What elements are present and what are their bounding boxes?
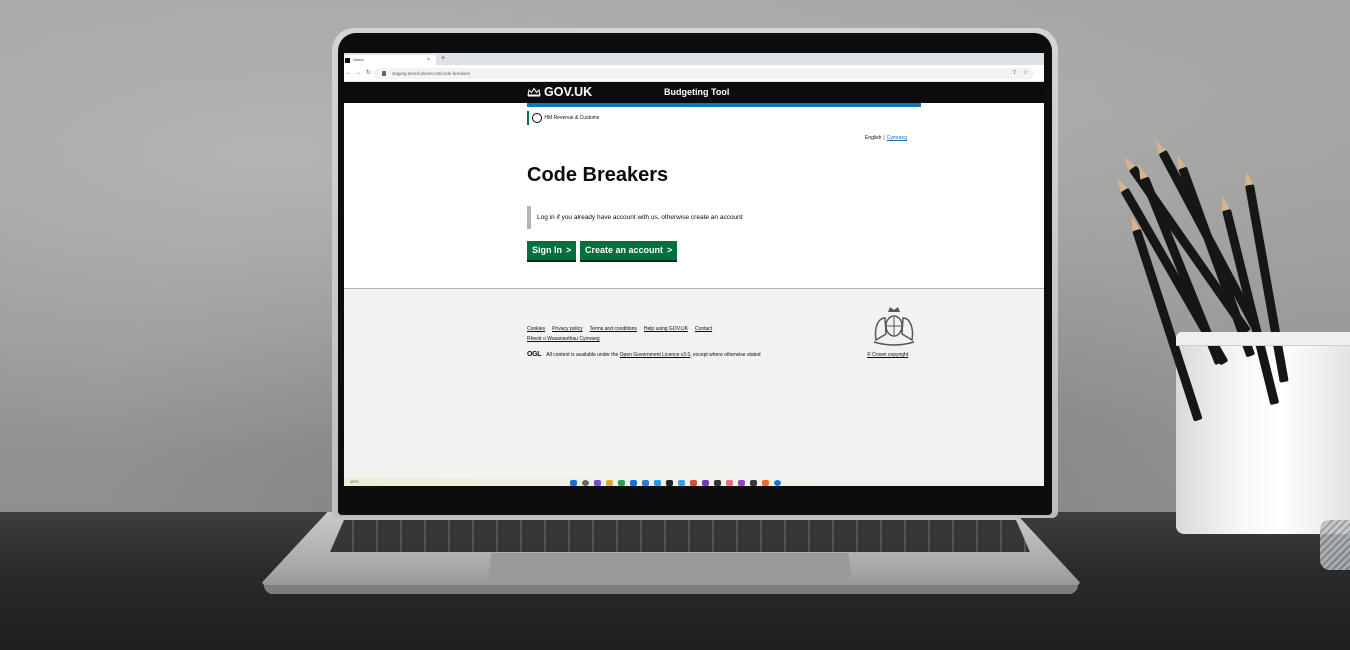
crown-icon: [527, 87, 541, 97]
app-icon[interactable]: [714, 480, 721, 486]
department-name: HM Revenue & Customs: [544, 115, 600, 121]
close-tab-icon[interactable]: ×: [427, 55, 430, 65]
app-icon[interactable]: [702, 480, 709, 486]
lock-icon: [382, 71, 386, 76]
app-icon[interactable]: [774, 480, 781, 486]
chevron-right-icon: >: [566, 245, 572, 255]
inset-text: Log in if you already have account with …: [527, 206, 743, 229]
bookmark-star-icon[interactable]: ☆: [1023, 68, 1028, 79]
footer-link-terms[interactable]: Terms and conditions: [590, 326, 637, 332]
new-tab-icon[interactable]: +: [441, 54, 445, 64]
govuk-logo-link[interactable]: GOV.UK: [527, 85, 592, 100]
app-icon[interactable]: [654, 480, 661, 486]
address-url: staging.tiered-planet.net/code-breakers: [392, 71, 471, 76]
sign-in-button[interactable]: Sign In >: [527, 241, 577, 260]
service-name-link[interactable]: Budgeting Tool: [664, 86, 729, 99]
gov-header: GOV.UK Budgeting Tool: [344, 82, 1044, 103]
back-icon[interactable]: ←: [346, 69, 352, 77]
page-footer: Cookies Privacy policy Terms and condition…: [344, 288, 1044, 478]
laptop-base-front: [264, 585, 1078, 594]
footer-link-welsh-services[interactable]: Rhestr o Wasanaethau Cymraeg: [527, 336, 600, 342]
licence-link[interactable]: Open Government Licence v3.0: [620, 352, 691, 358]
browser-tab[interactable]: Home ×: [344, 55, 436, 65]
laptop-trackpad: [488, 553, 852, 579]
footer-link-help[interactable]: Help using GOV.UK: [644, 326, 688, 332]
chrome-icon[interactable]: [690, 480, 697, 486]
start-icon[interactable]: [570, 480, 577, 486]
language-cymraeg-link[interactable]: Cymraeg: [887, 135, 907, 141]
spiral-notebook: [1320, 520, 1350, 570]
footer-links: Cookies Privacy policy Terms and condition…: [527, 326, 719, 332]
app-icon[interactable]: [630, 480, 637, 486]
laptop-keyboard: [330, 520, 1030, 552]
language-separator: |: [883, 135, 885, 141]
language-toggle: English | Cymraeg: [865, 135, 907, 141]
laptop-screen: Home × + ← → ↻ staging.tiered-planet.net…: [344, 53, 1044, 486]
header-blue-bar: [527, 103, 921, 107]
app-icon[interactable]: [738, 480, 745, 486]
search-icon[interactable]: [582, 480, 589, 486]
licence-statement: OGL All content is available under the Op…: [527, 351, 761, 359]
app-icon[interactable]: [666, 480, 673, 486]
pencil-cup-rim: [1176, 332, 1350, 346]
reload-icon[interactable]: ↻: [366, 69, 371, 77]
folder-icon[interactable]: [606, 480, 613, 486]
hmrc-crest-icon: [532, 112, 542, 123]
app-icon[interactable]: [678, 480, 685, 486]
licence-suffix: , except where otherwise stated: [690, 352, 761, 358]
tab-title: Home: [353, 57, 364, 62]
app-icon[interactable]: [762, 480, 769, 486]
browser-toolbar: ← → ↻ staging.tiered-planet.net/code-bre…: [344, 65, 1044, 82]
create-account-label: Create an account: [585, 245, 664, 255]
page-title: Code Breakers: [527, 164, 669, 186]
weather-widget[interactable]: 19°C: [350, 479, 359, 484]
app-icon[interactable]: [642, 480, 649, 486]
govuk-logo-text: GOV.UK: [544, 85, 593, 99]
app-icon[interactable]: [726, 480, 733, 486]
footer-link-privacy[interactable]: Privacy policy: [552, 326, 583, 332]
hmrc-banner: HM Revenue & Customs: [527, 111, 599, 125]
sign-in-label: Sign In: [532, 245, 562, 255]
browser-tab-bar: Home × +: [344, 53, 1044, 65]
create-account-button[interactable]: Create an account >: [580, 241, 678, 260]
footer-link-cookies[interactable]: Cookies: [527, 326, 545, 332]
footer-link-contact[interactable]: Contact: [695, 326, 712, 332]
app-icon[interactable]: [750, 480, 757, 486]
language-current: English: [865, 135, 882, 141]
royal-coat-of-arms-icon: [873, 307, 915, 346]
address-bar[interactable]: staging.tiered-planet.net/code-breakers …: [374, 68, 1034, 79]
chevron-right-icon: >: [667, 245, 673, 255]
share-icon[interactable]: ⇪: [1012, 68, 1017, 79]
app-icon[interactable]: [618, 480, 625, 486]
favicon-icon: [345, 58, 350, 63]
licence-prefix: All content is available under the: [546, 352, 619, 358]
forward-icon[interactable]: →: [355, 69, 361, 77]
crown-copyright-link[interactable]: © Crown copyright: [867, 352, 908, 358]
ogl-logo: OGL: [527, 351, 542, 358]
app-icon[interactable]: [594, 480, 601, 486]
os-taskbar: 19°C: [344, 478, 1044, 486]
